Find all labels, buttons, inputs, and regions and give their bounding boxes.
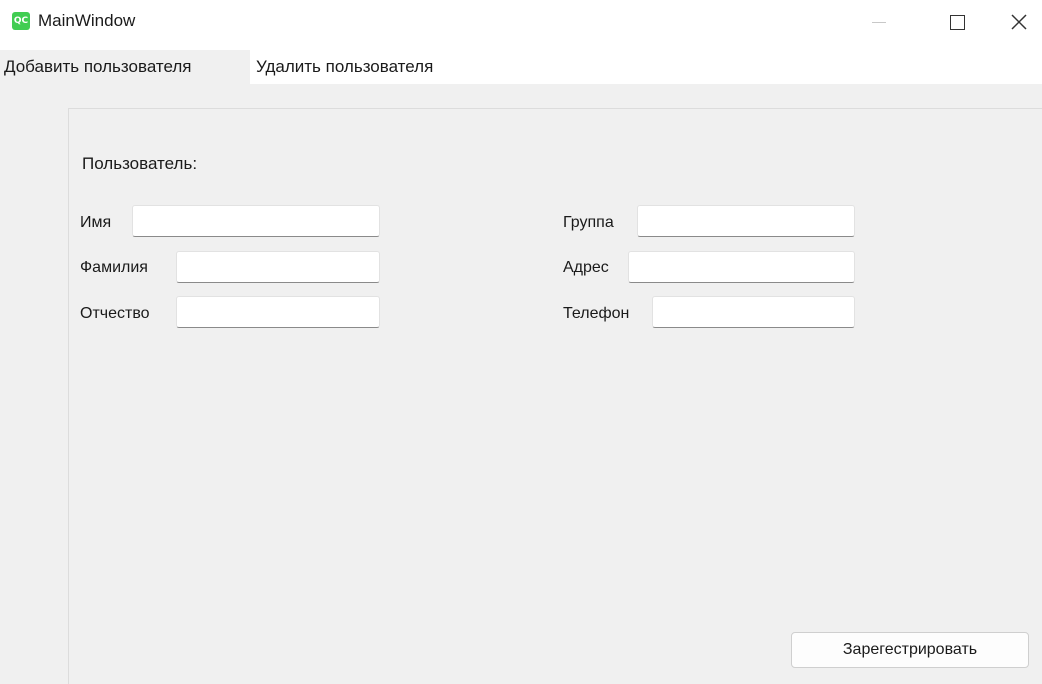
patronymic-label: Отчество bbox=[80, 305, 150, 322]
first-name-field[interactable] bbox=[132, 205, 380, 237]
register-button[interactable]: Зарегестрировать bbox=[791, 632, 1029, 668]
minimize-button[interactable] bbox=[856, 0, 902, 44]
last-name-field[interactable] bbox=[176, 251, 380, 283]
last-name-label: Фамилия bbox=[80, 259, 148, 276]
close-icon bbox=[1011, 14, 1027, 30]
title-bar: QC MainWindow bbox=[0, 0, 1042, 44]
group-field[interactable] bbox=[637, 205, 855, 237]
address-label: Адрес bbox=[563, 259, 609, 276]
close-button[interactable] bbox=[996, 0, 1042, 44]
qt-app-icon: QC bbox=[12, 12, 30, 30]
address-field[interactable] bbox=[628, 251, 855, 283]
maximize-button[interactable] bbox=[934, 0, 980, 44]
phone-label: Телефон bbox=[563, 305, 630, 322]
tab-bar: Добавить пользователя Удалить пользовате… bbox=[0, 50, 1042, 84]
user-group-frame bbox=[68, 108, 1042, 684]
user-section-label: Пользователь: bbox=[82, 154, 198, 173]
maximize-icon bbox=[949, 14, 965, 30]
first-name-label: Имя bbox=[80, 214, 112, 231]
minimize-icon bbox=[872, 21, 886, 23]
tab-add-user[interactable]: Добавить пользователя bbox=[0, 50, 250, 84]
window-title: MainWindow bbox=[38, 11, 136, 30]
phone-field[interactable] bbox=[652, 296, 855, 328]
tab-delete-user[interactable]: Удалить пользователя bbox=[250, 50, 439, 84]
group-label: Группа bbox=[563, 214, 614, 231]
patronymic-field[interactable] bbox=[176, 296, 380, 328]
tab-content-panel bbox=[0, 84, 1042, 684]
